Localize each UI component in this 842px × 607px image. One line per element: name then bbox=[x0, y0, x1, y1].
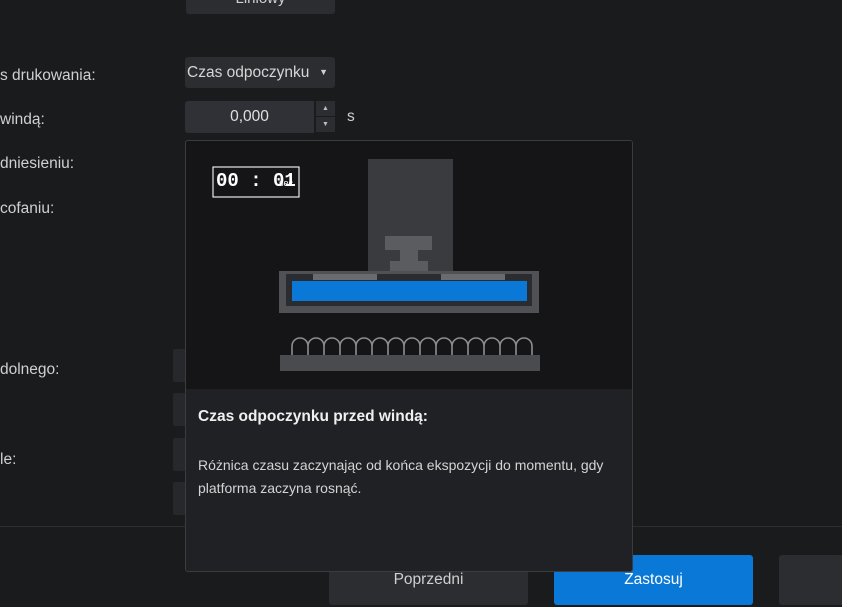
chevron-down-icon: ▼ bbox=[319, 67, 328, 77]
increment-arrow-icon[interactable]: ▲ bbox=[316, 101, 335, 116]
rest-before-lift-label: windą: bbox=[0, 111, 45, 128]
other-label: le: bbox=[0, 451, 17, 468]
decrement-arrow-icon[interactable]: ▼ bbox=[316, 117, 335, 132]
after-lift-label: dniesieniu: bbox=[0, 155, 75, 172]
rest-time-input[interactable] bbox=[185, 101, 314, 133]
print-mode-select[interactable]: Czas odpoczynku ▼ bbox=[185, 57, 335, 88]
lamp-base bbox=[280, 355, 540, 371]
print-mode-label: s drukowania: bbox=[0, 67, 96, 84]
rest-time-tooltip: 00 : 01 sec Czas odpoczynku przed windą:… bbox=[185, 140, 633, 572]
vat-shelf-right bbox=[441, 274, 505, 280]
print-mode-select-value: Czas odpoczynku bbox=[187, 64, 310, 81]
uv-lamp-coils bbox=[291, 337, 533, 355]
plate-arm bbox=[385, 236, 432, 250]
bottom-label: dolnego: bbox=[0, 361, 60, 378]
vat-shelf-left bbox=[313, 274, 377, 280]
printer-illustration: 00 : 01 sec bbox=[186, 141, 632, 389]
plate-head bbox=[390, 261, 428, 271]
resin-layer bbox=[292, 281, 527, 301]
timer-unit: sec bbox=[279, 178, 294, 188]
linear-mode-button[interactable]: Liniowy bbox=[186, 0, 335, 14]
rest-time-unit: s bbox=[347, 108, 355, 125]
tooltip-title: Czas odpoczynku przed windą: bbox=[198, 408, 428, 425]
next-button[interactable] bbox=[779, 555, 842, 605]
after-retract-label: cofaniu: bbox=[0, 200, 55, 217]
tooltip-description: Różnica czasu zaczynając od końca ekspoz… bbox=[198, 457, 604, 496]
